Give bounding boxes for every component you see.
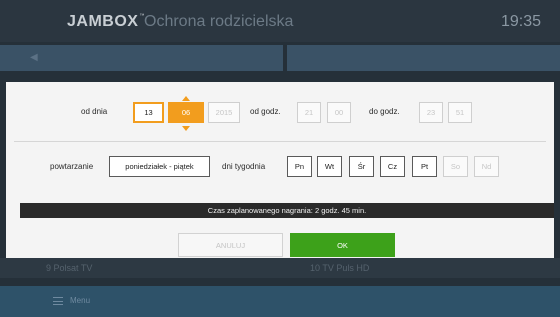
chevron-left-icon: ◀ (30, 52, 38, 63)
nav-divider (283, 45, 287, 71)
clock: 19:35 (500, 13, 541, 30)
menu-label: Menu (70, 296, 91, 305)
to-hour-field[interactable]: 23 (419, 102, 443, 123)
from-hour-field[interactable]: 21 (297, 102, 321, 123)
weekday-saturday-button[interactable]: So (443, 156, 468, 177)
repeat-label: powtarzanie (50, 162, 94, 171)
cancel-button[interactable]: ANULUJ (178, 233, 283, 257)
ok-button[interactable]: OK (290, 233, 395, 257)
repeat-select[interactable]: poniedziałek - piątek (109, 156, 210, 177)
logo-text: JAMBOX (67, 13, 139, 30)
to-hour-label: do godz. (369, 107, 400, 116)
day-field[interactable]: 13 (133, 102, 164, 123)
to-minute-field[interactable]: 51 (448, 102, 472, 123)
background-channel-row: 9 Polsat TV 10 TV Puls HD (0, 258, 560, 278)
weekday-sunday-button[interactable]: Nd (474, 156, 499, 177)
weekday-wednesday-button[interactable]: Śr (349, 156, 374, 177)
recording-duration-info: Czas zaplanowanego nagrania: 2 godz. 45 … (20, 203, 554, 218)
from-hour-label: od godz. (250, 107, 281, 116)
increase-arrow-icon[interactable] (182, 96, 190, 101)
from-minute-field[interactable]: 00 (327, 102, 351, 123)
background-channel-left: 9 Polsat TV (46, 263, 93, 273)
weekday-tuesday-button[interactable]: Wt (317, 156, 342, 177)
background-channel-right: 10 TV Puls HD (310, 263, 370, 273)
jambox-logo: JAMBOX™ (67, 13, 145, 31)
from-day-label: od dnia (81, 107, 108, 116)
menu-icon (53, 297, 63, 305)
weekdays-label: dni tygodnia (222, 162, 266, 171)
recording-schedule-dialog: od dnia 13 06 2015 od godz. 21 00 do god… (6, 82, 554, 258)
page-title: Ochrona rodzicielska (144, 13, 294, 30)
divider (14, 141, 546, 142)
weekday-monday-button[interactable]: Pn (287, 156, 312, 177)
top-bar: JAMBOX™ Ochrona rodzicielska 19:35 (0, 0, 560, 42)
bottom-bar: Menu (0, 286, 560, 317)
screen: JAMBOX™ Ochrona rodzicielska 19:35 ◀ 9 P… (0, 0, 560, 317)
decrease-arrow-icon[interactable] (182, 126, 190, 131)
nav-row: ◀ (0, 45, 560, 71)
month-field[interactable]: 06 (168, 102, 204, 123)
weekday-thursday-button[interactable]: Cz (380, 156, 405, 177)
year-field[interactable]: 2015 (208, 102, 240, 123)
weekday-friday-button[interactable]: Pt (412, 156, 437, 177)
